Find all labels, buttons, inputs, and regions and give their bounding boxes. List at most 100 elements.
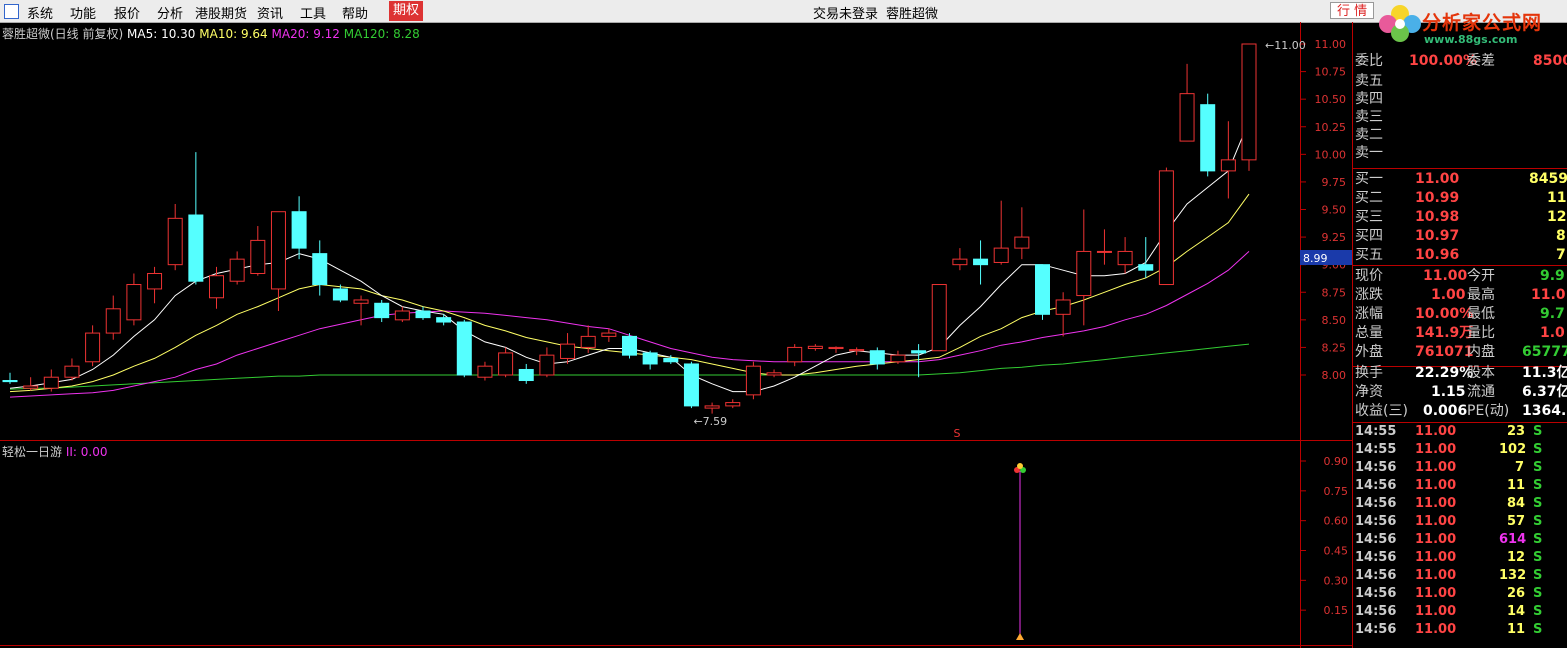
quote-row: 外盘 761071 内盘 65777 xyxy=(1353,343,1567,361)
tick-volume: 57 xyxy=(1507,514,1526,529)
candle-body xyxy=(291,211,307,249)
candle-body xyxy=(1200,104,1216,172)
tick-volume: 11 xyxy=(1507,622,1526,637)
quote-row: 买二 10.99 11 xyxy=(1353,189,1567,207)
indicator-tick-label: 0.15 xyxy=(1324,604,1349,617)
sell-level-label: 卖一 xyxy=(1355,145,1383,161)
tick-volume: 102 xyxy=(1499,442,1527,457)
tick-price: 11.00 xyxy=(1415,532,1457,547)
current-price-tag-label: 8.99 xyxy=(1303,252,1328,265)
quote-row: 买三 10.98 12 xyxy=(1353,208,1567,226)
indicator-tick-label: 0.90 xyxy=(1324,455,1349,468)
tick-time: 14:56 xyxy=(1355,496,1397,511)
candle-body xyxy=(828,346,844,350)
tick-time: 14:56 xyxy=(1355,514,1397,529)
tick-volume: 23 xyxy=(1507,424,1526,439)
tick-side: S xyxy=(1533,478,1543,493)
tick-time: 14:56 xyxy=(1355,460,1397,475)
tick-side: S xyxy=(1533,460,1543,475)
stat-label: 今开 xyxy=(1467,268,1495,284)
candle-body xyxy=(374,302,390,319)
buy-level-label: 买四 xyxy=(1355,228,1383,244)
price-tick-label: 9.25 xyxy=(1322,231,1347,244)
stat-label: 净资 xyxy=(1355,384,1383,400)
stat-label: 量比 xyxy=(1467,325,1495,341)
candle-body xyxy=(1241,43,1257,161)
stat-value: 1.0 xyxy=(1540,325,1565,341)
candle-body xyxy=(1117,250,1133,266)
buy-level-label: 买一 xyxy=(1355,171,1383,187)
price-tick-label: 11.00 xyxy=(1315,38,1347,51)
candle-body xyxy=(126,284,142,321)
candle-body xyxy=(1138,264,1154,271)
tick-time: 14:56 xyxy=(1355,532,1397,547)
candle-body xyxy=(911,350,927,354)
stat-value: 761071 xyxy=(1415,344,1474,360)
quote-row: 14:56 11.00 26 S xyxy=(1353,585,1567,603)
stat-value: 6.37亿 xyxy=(1522,384,1567,400)
tick-time: 14:56 xyxy=(1355,478,1397,493)
quote-row: 14:55 11.00 23 S xyxy=(1353,423,1567,441)
buy-level-price: 10.99 xyxy=(1415,190,1460,206)
sell-level-label: 卖三 xyxy=(1355,109,1383,125)
quote-row: 总量 141.9万 量比 1.0 xyxy=(1353,324,1567,342)
stat-value: 10.00% xyxy=(1415,306,1474,322)
quote-row: 卖一 xyxy=(1353,144,1567,162)
candle-body xyxy=(1220,159,1236,172)
buy-level-price: 10.97 xyxy=(1415,228,1460,244)
tick-time: 14:55 xyxy=(1355,424,1397,439)
tick-side: S xyxy=(1533,586,1543,601)
candle-body xyxy=(1035,264,1050,315)
tick-volume: 26 xyxy=(1507,586,1526,601)
sell-level-label: 卖二 xyxy=(1355,127,1383,143)
webi-row: 委比 100.00% 委差 8500 xyxy=(1353,52,1567,70)
buy-level-label: 买二 xyxy=(1355,190,1383,206)
candle-body xyxy=(869,350,885,365)
price-tick-label: 8.50 xyxy=(1322,314,1347,327)
candle-body xyxy=(498,352,514,376)
price-tick-label: 8.00 xyxy=(1322,369,1347,382)
candle-body xyxy=(725,402,741,407)
candle-body xyxy=(849,349,865,352)
tick-price: 11.00 xyxy=(1415,586,1457,601)
buy-level-label: 买五 xyxy=(1355,247,1383,263)
quote-row: 14:56 11.00 84 S xyxy=(1353,495,1567,513)
tick-price: 11.00 xyxy=(1415,496,1457,511)
tick-price: 11.00 xyxy=(1415,424,1457,439)
candle-body xyxy=(642,352,658,365)
stat-label: 股本 xyxy=(1467,365,1495,381)
candle-body xyxy=(580,335,596,348)
candle-body xyxy=(1179,93,1195,142)
candle-body xyxy=(456,321,472,376)
candle-body xyxy=(415,310,431,319)
candlestick-chart[interactable]: 11.0010.7510.5010.2510.009.759.509.259.0… xyxy=(0,0,1352,648)
tick-price: 11.00 xyxy=(1415,622,1457,637)
stat-label: 换手 xyxy=(1355,365,1383,381)
candle-body xyxy=(683,363,699,407)
stat-label: 收益(三) xyxy=(1355,403,1408,419)
quote-row: 买一 11.00 8459 xyxy=(1353,170,1567,188)
candle-body xyxy=(394,310,410,321)
candle-body xyxy=(807,345,823,350)
price-tick-label: 9.75 xyxy=(1322,176,1347,189)
stat-value: 0.006 xyxy=(1423,403,1468,419)
tick-time: 14:56 xyxy=(1355,622,1397,637)
candle-body xyxy=(787,346,803,363)
tick-time: 14:55 xyxy=(1355,442,1397,457)
tick-volume: 84 xyxy=(1507,496,1526,511)
quote-row: 14:56 11.00 11 S xyxy=(1353,621,1567,639)
buy-level-volume: 11 xyxy=(1547,190,1567,206)
candle-body xyxy=(1096,250,1112,253)
price-tick-label: 10.50 xyxy=(1315,93,1347,106)
candle-body xyxy=(147,272,163,290)
quote-row: 14:55 11.00 102 S xyxy=(1353,441,1567,459)
tick-side: S xyxy=(1533,442,1543,457)
buy-level-volume: 12 xyxy=(1547,209,1567,225)
tick-side: S xyxy=(1533,604,1543,619)
quote-row: 卖五 xyxy=(1353,72,1567,90)
tick-side: S xyxy=(1533,514,1543,529)
quote-row: 卖二 xyxy=(1353,126,1567,144)
high-price-annotation: ←11.00 xyxy=(1265,39,1306,52)
indicator-tick-label: 0.60 xyxy=(1324,515,1349,528)
tick-price: 11.00 xyxy=(1415,514,1457,529)
